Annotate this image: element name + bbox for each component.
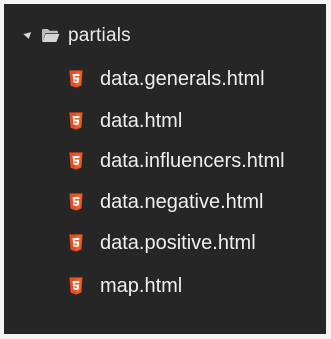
file-item-data-negative[interactable]: data.negative.html [4,182,326,222]
file-item-data[interactable]: data.html [4,101,326,141]
file-item-data-generals[interactable]: data.generals.html [4,59,326,99]
file-label: data.negative.html [100,191,264,213]
file-label: data.positive.html [100,232,256,254]
folder-label: partials [68,25,131,46]
folder-item-partials[interactable]: partials [4,17,326,55]
file-label: data.html [100,110,183,132]
file-label: data.influencers.html [100,150,285,172]
file-tree: partials data.generals.html data.html da… [4,4,326,334]
file-item-data-positive[interactable]: data.positive.html [4,223,326,263]
chevron-down-icon[interactable] [23,32,33,40]
html5-icon [69,70,83,88]
file-item-data-influencers[interactable]: data.influencers.html [4,141,326,181]
html5-icon [69,152,83,170]
file-label: data.generals.html [100,68,265,90]
html5-icon [69,193,83,211]
folder-open-icon [42,29,60,42]
file-explorer-panel: partials data.generals.html data.html da… [0,0,331,339]
html5-icon [69,234,83,252]
file-label: map.html [100,275,183,297]
file-item-map[interactable]: map.html [4,266,326,306]
html5-icon [69,277,83,295]
html5-icon [69,112,83,130]
